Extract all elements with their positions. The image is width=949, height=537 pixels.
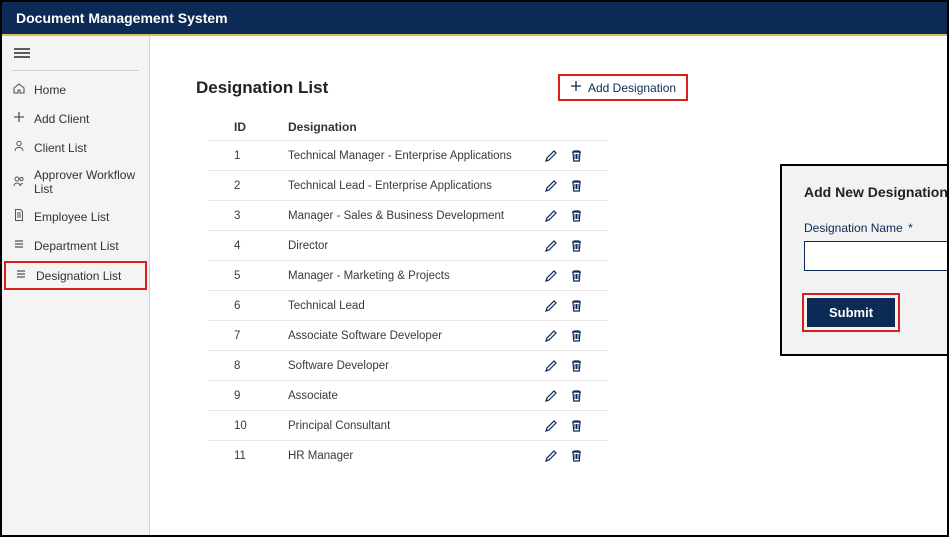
designation-name-input[interactable] [804,241,949,271]
col-header-name: Designation [288,120,544,134]
cell-name: Associate Software Developer [288,330,544,342]
table-row: 2Technical Lead - Enterprise Application… [208,170,608,200]
table-row: 10Principal Consultant [208,410,608,440]
table-row: 9Associate [208,380,608,410]
app-title: Document Management System [16,10,228,26]
edit-icon[interactable] [544,449,558,463]
table-row: 1Technical Manager - Enterprise Applicat… [208,140,608,170]
edit-icon[interactable] [544,329,558,343]
cell-id: 2 [208,180,288,192]
list-icon [14,267,28,284]
app-header: Document Management System [2,2,947,36]
sidebar-item-label: Designation List [36,269,121,283]
main-content: Designation List Add Designation ID Desi… [150,36,947,535]
edit-icon[interactable] [544,419,558,433]
sidebar-item-label: Add Client [34,112,89,126]
submit-button[interactable]: Submit [807,298,895,327]
sidebar-divider [12,70,139,71]
cell-name: Associate [288,390,544,402]
table-row: 4Director [208,230,608,260]
sidebar: Home Add Client Client List Approver Workfl… [2,36,150,535]
cell-id: 10 [208,420,288,432]
plus-icon [570,80,582,95]
table-body[interactable]: 1Technical Manager - Enterprise Applicat… [208,140,608,470]
delete-icon[interactable] [570,449,583,463]
required-mark: * [908,221,913,235]
table-row: 7Associate Software Developer [208,320,608,350]
add-designation-button[interactable]: Add Designation [558,74,688,101]
delete-icon[interactable] [570,179,583,193]
cell-name: HR Manager [288,450,544,462]
field-label-designation-name: Designation Name * [804,221,949,235]
delete-icon[interactable] [570,329,583,343]
cell-name: Principal Consultant [288,420,544,432]
doc-icon [12,208,26,225]
cell-id: 1 [208,150,288,162]
table-row: 6Technical Lead [208,290,608,320]
add-designation-modal: Add New Designation Designation Name * S… [780,164,949,356]
sidebar-item-label: Home [34,83,66,97]
app-frame: Document Management System Home Add Clien… [0,0,949,537]
list-icon [12,237,26,254]
sidebar-item-home[interactable]: Home [2,75,149,104]
cell-id: 9 [208,390,288,402]
sidebar-item-department-list[interactable]: Department List [2,231,149,260]
cell-name: Manager - Marketing & Projects [288,270,544,282]
edit-icon[interactable] [544,299,558,313]
delete-icon[interactable] [570,419,583,433]
edit-icon[interactable] [544,389,558,403]
cell-id: 7 [208,330,288,342]
delete-icon[interactable] [570,359,583,373]
add-designation-label: Add Designation [588,81,676,95]
col-header-id: ID [208,120,288,134]
sidebar-item-designation-list[interactable]: Designation List [4,261,147,290]
cell-name: Technical Lead - Enterprise Applications [288,180,544,192]
page-title: Designation List [196,78,328,98]
edit-icon[interactable] [544,179,558,193]
cell-id: 5 [208,270,288,282]
people-icon [12,174,26,191]
table-row: 8Software Developer [208,350,608,380]
edit-icon[interactable] [544,269,558,283]
edit-icon[interactable] [544,359,558,373]
cell-id: 8 [208,360,288,372]
submit-highlight: Submit [802,293,900,332]
delete-icon[interactable] [570,269,583,283]
cell-id: 6 [208,300,288,312]
sidebar-item-label: Client List [34,141,87,155]
sidebar-item-add-client[interactable]: Add Client [2,104,149,133]
home-icon [12,81,26,98]
modal-title: Add New Designation [804,184,948,200]
edit-icon[interactable] [544,239,558,253]
table-row: 11HR Manager [208,440,608,470]
cell-name: Manager - Sales & Business Development [288,210,544,222]
cell-id: 11 [208,450,288,462]
edit-icon[interactable] [544,209,558,223]
delete-icon[interactable] [570,149,583,163]
sidebar-item-label: Department List [34,239,119,253]
cell-name: Software Developer [288,360,544,372]
sidebar-item-client-list[interactable]: Client List [2,133,149,162]
sidebar-item-label: Approver Workflow List [34,168,139,196]
edit-icon[interactable] [544,149,558,163]
delete-icon[interactable] [570,389,583,403]
sidebar-item-employee-list[interactable]: Employee List [2,202,149,231]
delete-icon[interactable] [570,209,583,223]
sidebar-item-label: Employee List [34,210,109,224]
table-row: 5Manager - Marketing & Projects [208,260,608,290]
person-icon [12,139,26,156]
cell-id: 4 [208,240,288,252]
menu-toggle-button[interactable] [2,40,149,68]
delete-icon[interactable] [570,299,583,313]
sidebar-item-approver-workflow-list[interactable]: Approver Workflow List [2,162,149,202]
designation-table: ID Designation 1Technical Manager - Ente… [208,114,608,470]
table-header: ID Designation [208,114,608,140]
cell-name: Director [288,240,544,252]
cell-name: Technical Lead [288,300,544,312]
cell-id: 3 [208,210,288,222]
table-row: 3Manager - Sales & Business Development [208,200,608,230]
plus-icon [12,110,26,127]
delete-icon[interactable] [570,239,583,253]
cell-name: Technical Manager - Enterprise Applicati… [288,150,544,162]
